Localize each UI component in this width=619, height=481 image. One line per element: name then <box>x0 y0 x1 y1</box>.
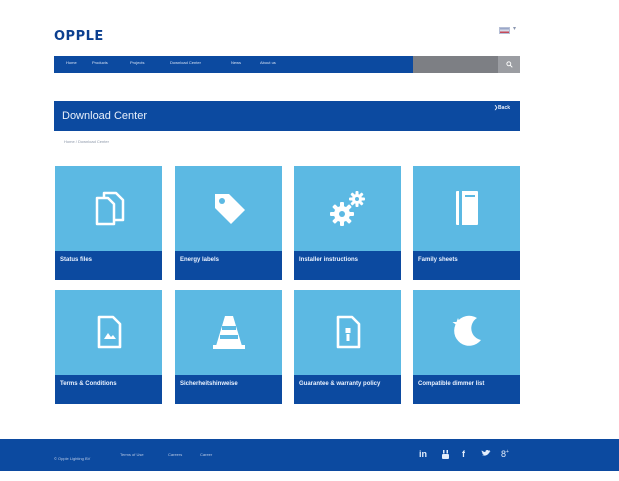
uk-flag-icon[interactable] <box>499 27 510 34</box>
page-title: Download Center <box>62 110 147 122</box>
nav-projects[interactable]: Projects <box>130 60 144 65</box>
tile-label: Energy labels <box>180 257 220 263</box>
twitter-icon[interactable] <box>481 449 491 460</box>
breadcrumb[interactable]: Home / Download Center <box>64 139 109 144</box>
tile-label: Family sheets <box>418 257 458 263</box>
tile-label: Sicherheitshinweise <box>180 381 238 387</box>
traffic-cone-icon <box>175 290 282 373</box>
nav-about-us[interactable]: About us <box>260 60 276 65</box>
tile-bar: Energy labels <box>175 251 282 280</box>
tile-label: Installer instructions <box>299 257 359 263</box>
tile-family-sheets[interactable]: Family sheets <box>413 166 520 280</box>
search-button[interactable] <box>498 56 520 73</box>
tile-label: Status files <box>60 257 93 263</box>
language-dropdown-caret[interactable]: ▾ <box>513 25 516 32</box>
download-center-banner: Download Center ❯Back <box>54 101 520 131</box>
book-icon <box>413 166 520 249</box>
google-plus-icon[interactable]: 8+ <box>501 449 509 459</box>
back-link[interactable]: ❯Back <box>494 105 510 111</box>
search-input[interactable] <box>413 56 498 73</box>
tile-label: Terms & Conditions <box>60 381 117 387</box>
tile-bar: Installer instructions <box>294 251 401 280</box>
tag-icon <box>175 166 282 249</box>
nav-download-center[interactable]: Download Center <box>170 60 201 65</box>
tile-installer-instructions[interactable]: Installer instructions <box>294 166 401 280</box>
footer-copyright: © Opple Lighting BV <box>54 456 91 461</box>
linkedin-icon[interactable]: in <box>419 449 427 459</box>
tile-label: Guarantee & warranty policy <box>299 381 381 387</box>
footer-link-career[interactable]: Career <box>200 452 212 457</box>
opple-logo[interactable]: OPPLE <box>54 29 104 44</box>
search-icon <box>505 61 513 68</box>
back-label: Back <box>498 105 510 111</box>
tile-bar: Compatible dimmer list <box>413 375 520 404</box>
tile-bar: Terms & Conditions <box>55 375 162 404</box>
site-footer: © Opple Lighting BV Terms of Use Careers… <box>0 439 619 471</box>
footer-link-careers[interactable]: Careers <box>168 452 182 457</box>
tile-sicherheitshinweise[interactable]: Sicherheitshinweise <box>175 290 282 404</box>
tile-label: Compatible dimmer list <box>418 381 485 387</box>
tile-bar: Status files <box>55 251 162 280</box>
tile-terms-conditions[interactable]: Terms & Conditions <box>55 290 162 404</box>
tile-status-files[interactable]: Status files <box>55 166 162 280</box>
document-icon <box>55 290 162 373</box>
site-header: OPPLE ▾ <box>0 0 619 55</box>
footer-link-terms[interactable]: Terms of Use <box>120 452 144 457</box>
nav-products[interactable]: Products <box>92 60 108 65</box>
tile-compatible-dimmer-list[interactable]: Compatible dimmer list <box>413 290 520 404</box>
facebook-icon[interactable]: f <box>462 449 465 459</box>
tile-guarantee-warranty[interactable]: Guarantee & warranty policy <box>294 290 401 404</box>
youtube-icon[interactable] <box>441 449 450 462</box>
tile-energy-labels[interactable]: Energy labels <box>175 166 282 280</box>
certificate-icon <box>294 290 401 373</box>
tile-bar: Family sheets <box>413 251 520 280</box>
documents-icon <box>55 166 162 249</box>
nav-home[interactable]: Home <box>66 60 77 65</box>
tile-bar: Guarantee & warranty policy <box>294 375 401 404</box>
nav-news[interactable]: News <box>231 60 241 65</box>
gears-icon <box>294 166 401 249</box>
moon-star-icon <box>413 290 520 373</box>
page-bottom <box>0 471 619 481</box>
tile-bar: Sicherheitshinweise <box>175 375 282 404</box>
